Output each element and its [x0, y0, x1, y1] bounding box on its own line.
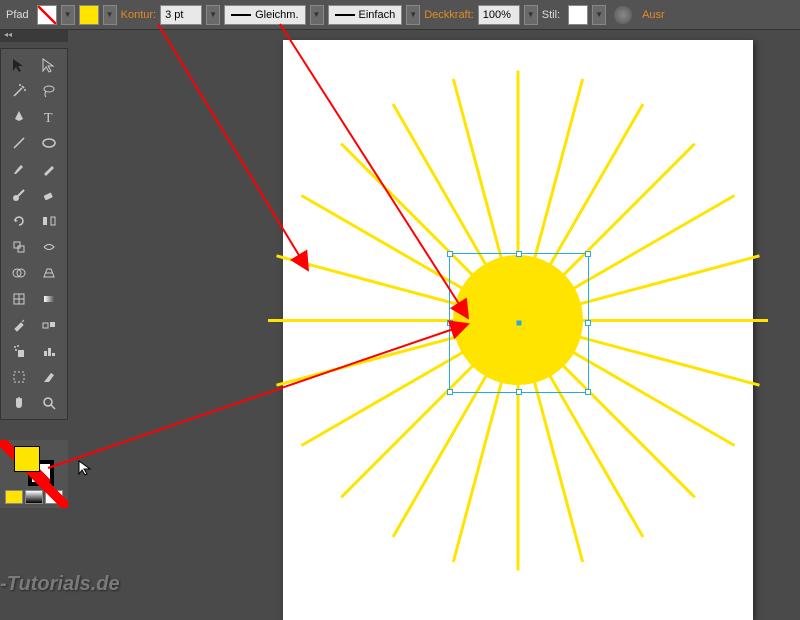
symbol-sprayer-tool[interactable]	[5, 339, 33, 363]
handle-w[interactable]	[447, 320, 453, 326]
gradient-tool[interactable]	[35, 287, 63, 311]
opacity-label: Deckkraft:	[424, 9, 474, 21]
direct-selection-tool[interactable]	[35, 53, 63, 77]
stroke-label: Kontur:	[121, 9, 156, 21]
stroke-weight-dropdown[interactable]: ▼	[206, 5, 220, 25]
perspective-tool[interactable]	[35, 261, 63, 285]
selection-bounding-box[interactable]	[449, 253, 589, 393]
shape-builder-tool[interactable]	[5, 261, 33, 285]
selection-tool[interactable]	[5, 53, 33, 77]
align-truncated: Ausr	[642, 9, 665, 21]
rotate-tool[interactable]	[5, 209, 33, 233]
stroke-swatch[interactable]	[79, 5, 99, 25]
magic-wand-tool[interactable]	[5, 79, 33, 103]
handle-s[interactable]	[516, 389, 522, 395]
slice-tool[interactable]	[35, 365, 63, 389]
hand-tool[interactable]	[5, 391, 33, 415]
pencil-tool[interactable]	[35, 157, 63, 181]
stroke-profile-label: Gleichm.	[255, 9, 298, 21]
panel-tab-strip[interactable]: ◂◂	[0, 30, 68, 42]
brush-definition[interactable]: Einfach	[328, 5, 403, 25]
handle-se[interactable]	[585, 389, 591, 395]
control-bar: Pfad ▼ ▼ Kontur: 3 pt ▼ Gleichm. ▼ Einfa…	[0, 0, 800, 30]
eraser-tool[interactable]	[35, 183, 63, 207]
canvas-area[interactable]	[68, 30, 800, 600]
fill-swatch[interactable]	[37, 5, 57, 25]
ellipse-tool[interactable]	[35, 131, 63, 155]
handle-sw[interactable]	[447, 389, 453, 395]
stroke-profile-dropdown[interactable]: ▼	[310, 5, 324, 25]
pen-tool[interactable]	[5, 105, 33, 129]
stroke-profile[interactable]: Gleichm.	[224, 5, 305, 25]
opacity-dropdown[interactable]: ▼	[524, 5, 538, 25]
mesh-tool[interactable]	[5, 287, 33, 311]
style-swatch[interactable]	[568, 5, 588, 25]
graph-tool[interactable]	[35, 339, 63, 363]
object-type-label: Pfad	[6, 9, 29, 21]
type-tool[interactable]: T	[35, 105, 63, 129]
watermark-text: -Tutorials.de	[0, 573, 120, 596]
lasso-tool[interactable]	[35, 79, 63, 103]
width-tool[interactable]	[35, 235, 63, 259]
brush-dropdown[interactable]: ▼	[406, 5, 420, 25]
stroke-dropdown[interactable]: ▼	[103, 5, 117, 25]
color-panel	[0, 440, 68, 508]
blob-brush-tool[interactable]	[5, 183, 33, 207]
brush-label: Einfach	[359, 9, 396, 21]
handle-n[interactable]	[516, 251, 522, 257]
handle-e[interactable]	[585, 320, 591, 326]
selection-center-icon	[517, 321, 522, 326]
line-tool[interactable]	[5, 131, 33, 155]
paintbrush-tool[interactable]	[5, 157, 33, 181]
handle-ne[interactable]	[585, 251, 591, 257]
reflect-tool[interactable]	[35, 209, 63, 233]
eyedropper-tool[interactable]	[5, 313, 33, 337]
fill-dropdown[interactable]: ▼	[61, 5, 75, 25]
color-mode-none[interactable]	[45, 490, 63, 504]
stroke-weight-field[interactable]: 3 pt	[160, 5, 202, 25]
fill-color-box[interactable]	[14, 446, 40, 472]
scale-tool[interactable]	[5, 235, 33, 259]
handle-nw[interactable]	[447, 251, 453, 257]
artboard-tool[interactable]	[5, 365, 33, 389]
svg-text:T: T	[44, 111, 53, 125]
opacity-field[interactable]: 100%	[478, 5, 520, 25]
zoom-tool[interactable]	[35, 391, 63, 415]
recolor-icon[interactable]	[614, 6, 632, 24]
style-label: Stil:	[542, 9, 560, 21]
tools-panel: T	[0, 48, 68, 420]
style-dropdown[interactable]: ▼	[592, 5, 606, 25]
blend-tool[interactable]	[35, 313, 63, 337]
